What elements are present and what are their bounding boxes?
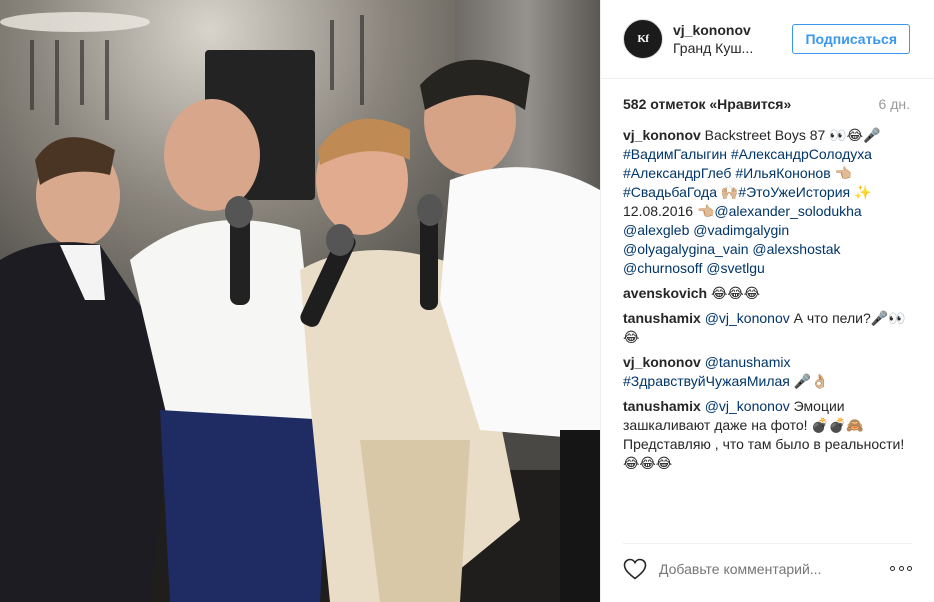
- avatar-logo: Kf: [637, 33, 649, 45]
- comment-link[interactable]: @alexshostak: [752, 241, 840, 257]
- comment-item: vj_kononov Backstreet Boys 87 👀😂🎤 #ВадимГ…: [623, 126, 914, 278]
- comment-input[interactable]: [659, 560, 890, 577]
- post-age[interactable]: 6 дн.: [879, 96, 910, 112]
- comment-item: avenskovich 😂😂😂: [623, 284, 914, 303]
- comment-username[interactable]: tanushamix: [623, 310, 701, 326]
- post-location[interactable]: Гранд Куш...: [673, 39, 768, 57]
- comment-link[interactable]: #ВадимГалыгин: [623, 146, 727, 162]
- comment-link[interactable]: @svetlgu: [706, 260, 765, 276]
- follow-button[interactable]: Подписаться: [792, 24, 910, 54]
- comment-item: tanushamix @vj_kononov Эмоции зашкаливаю…: [623, 397, 914, 473]
- dot-icon: [898, 566, 904, 571]
- comment-username[interactable]: vj_kononov: [623, 354, 701, 370]
- comment-link[interactable]: #СвадьбаГода: [623, 184, 717, 200]
- comment-username[interactable]: tanushamix: [623, 398, 701, 414]
- comment-link[interactable]: #АлександрГлеб: [623, 165, 731, 181]
- likes-count[interactable]: 582 отметок «Нравится»: [623, 96, 791, 112]
- post-dialog: Kf vj_kononov Гранд Куш... Подписаться 5…: [0, 0, 934, 602]
- post-sidebar: Kf vj_kononov Гранд Куш... Подписаться 5…: [600, 0, 934, 602]
- post-username[interactable]: vj_kononov: [673, 21, 792, 39]
- comment-link[interactable]: #ЗдравствуйЧужаяМилая: [623, 373, 790, 389]
- comment-link[interactable]: @vj_kononov: [705, 310, 790, 326]
- comment-text: 👈🏼: [830, 165, 852, 181]
- comment-username[interactable]: avenskovich: [623, 285, 707, 301]
- comment-item: vj_kononov @tanushamix #ЗдравствуйЧужаяМ…: [623, 353, 914, 391]
- comment-text: 😂😂😂: [707, 285, 761, 301]
- avatar[interactable]: Kf: [623, 19, 663, 59]
- comment-username[interactable]: vj_kononov: [623, 127, 701, 143]
- comment-text: 🙌🏼: [717, 184, 739, 200]
- comment-link[interactable]: #ИльяКононов: [735, 165, 830, 181]
- comment-link[interactable]: @churnosoff: [623, 260, 702, 276]
- user-block: vj_kononov Гранд Куш...: [673, 21, 792, 57]
- comment-link[interactable]: @alexgleb: [623, 222, 689, 238]
- comment-footer: [623, 543, 912, 593]
- comments-list: vj_kononov Backstreet Boys 87 👀😂🎤 #ВадимГ…: [623, 126, 914, 479]
- comment-text: Backstreet Boys 87 👀😂🎤: [700, 127, 881, 143]
- comment-link[interactable]: #ЭтоУжеИстория: [738, 184, 850, 200]
- comment-link[interactable]: #АлександрСолодуха: [731, 146, 872, 162]
- comment-link[interactable]: @vadimgalygin: [693, 222, 789, 238]
- likes-row: 582 отметок «Нравится» 6 дн.: [623, 96, 910, 112]
- heart-icon[interactable]: [623, 558, 647, 580]
- comment-text: 🎤👌🏼: [789, 373, 829, 389]
- more-options-icon[interactable]: [890, 566, 912, 572]
- dot-icon: [907, 566, 912, 571]
- comment-item: tanushamix @vj_kononov А что пели?🎤👀😂: [623, 309, 914, 347]
- comment-link[interactable]: @vj_kononov: [705, 398, 790, 414]
- comment-link[interactable]: @tanushamix: [705, 354, 791, 370]
- comment-link[interactable]: @alexander_solodukha: [714, 203, 861, 219]
- dot-icon: [890, 566, 895, 571]
- photo-illustration: [0, 0, 600, 602]
- post-header: Kf vj_kononov Гранд Куш... Подписаться: [601, 0, 934, 79]
- comment-link[interactable]: @olyagalygina_vain: [623, 241, 749, 257]
- post-photo[interactable]: [0, 0, 600, 602]
